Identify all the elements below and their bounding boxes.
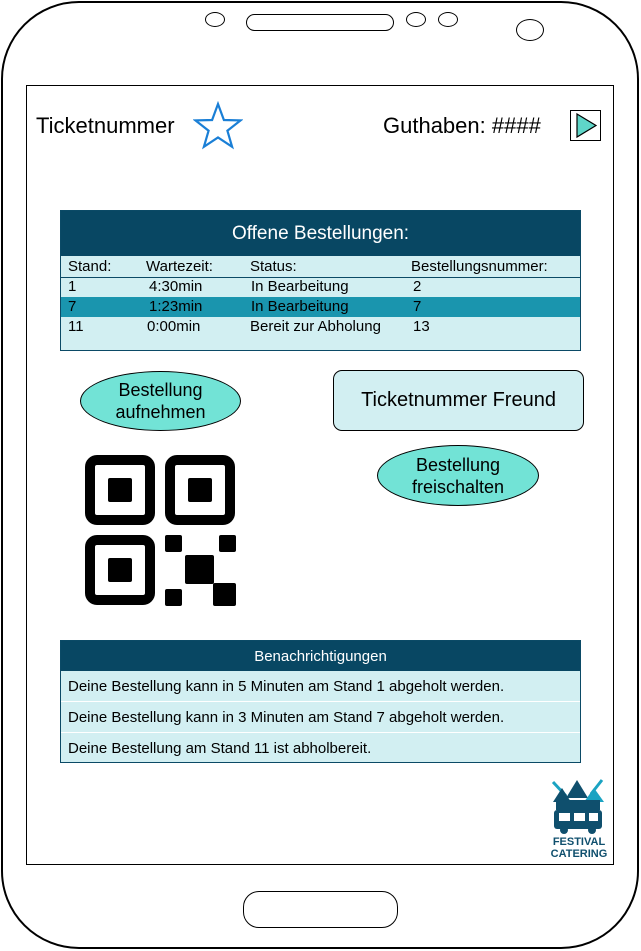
cell-wartezeit: 0:00min [147,318,201,335]
col-wartezeit: Wartezeit: [146,258,213,275]
open-orders-table: Offene Bestellungen: Stand: Wartezeit: S… [60,210,581,351]
cell-order-number: 2 [413,278,422,295]
col-bestellungsnummer: Bestellungsnummer: [411,258,548,275]
cell-status: Bereit zur Abholung [250,318,381,335]
notification-item[interactable]: Deine Bestellung am Stand 11 ist abholbe… [61,733,580,764]
notifications-title: Benachrichtigungen [61,641,580,671]
cell-wartezeit: 4:30min [149,278,203,295]
play-icon [576,112,598,139]
cell-wartezeit: 1:23min [149,298,203,315]
notification-item[interactable]: Deine Bestellung kann in 3 Minuten am St… [61,702,580,733]
notifications-panel: Benachrichtigungen Deine Bestellung kann… [60,640,581,763]
sensor-left [205,12,225,27]
col-status: Status: [250,258,297,275]
star-icon[interactable] [193,101,243,151]
place-order-button[interactable]: Bestellung aufnehmen [80,371,241,431]
logo-line-1: FESTIVAL [552,836,606,848]
table-row[interactable]: 11 0:00min Bereit zur Abholung 13 [61,317,580,337]
logo-line-2: CATERING [550,848,608,860]
table-row[interactable]: 1 4:30min In Bearbeitung 2 [61,277,580,297]
camera-large [516,19,544,41]
home-button[interactable] [243,891,398,928]
table-header-row: Stand: Wartezeit: Status: Bestellungsnum… [61,257,580,278]
cell-stand: 7 [68,298,77,315]
cell-order-number: 7 [413,298,422,315]
friend-ticket-field[interactable]: Ticketnummer Freund [333,370,584,431]
col-stand: Stand: [68,258,112,275]
logo-text: FESTIVAL CATERING [544,836,614,860]
cell-order-number: 13 [413,318,430,335]
notification-item[interactable]: Deine Bestellung kann in 5 Minuten am St… [61,671,580,702]
table-row[interactable]: 7 1:23min In Bearbeitung 7 [61,297,580,317]
balance-label: Guthaben: #### [383,113,541,138]
front-camera [438,12,458,27]
unlock-order-button[interactable]: Bestellung freischalten [377,445,539,506]
speaker-grille [246,14,394,31]
qr-code-icon [85,455,236,606]
cell-status: In Bearbeitung [251,298,349,315]
balance-next-button[interactable] [570,110,601,141]
cell-status: In Bearbeitung [251,278,349,295]
cell-stand: 11 [68,318,84,335]
cell-stand: 1 [68,278,77,295]
sensor-mid [406,12,426,27]
open-orders-title: Offene Bestellungen: [61,211,580,256]
ticket-number-label: Ticketnummer [36,113,175,138]
